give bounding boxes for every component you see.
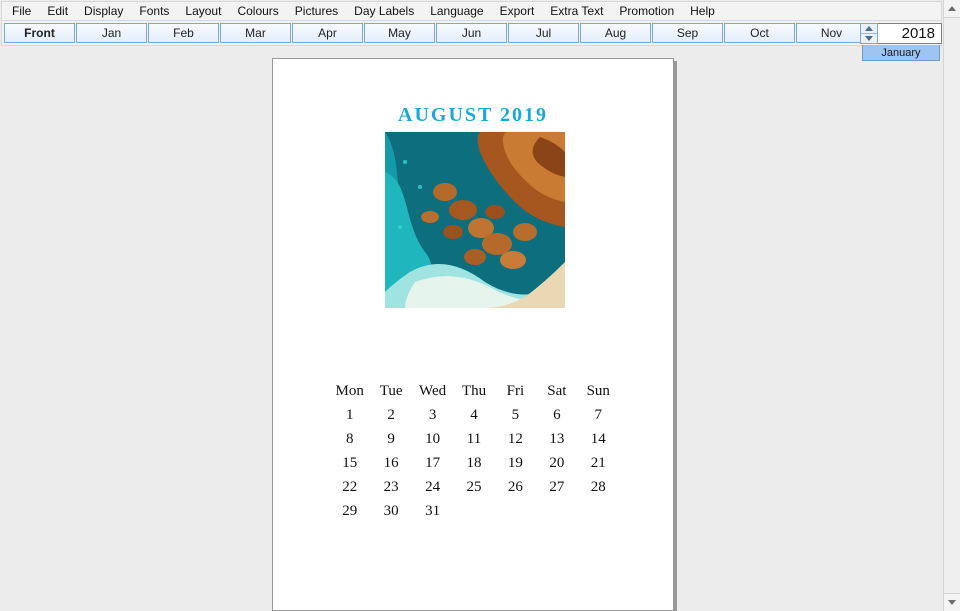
day-headers: Mon Tue Wed Thu Fri Sat Sun: [329, 379, 619, 403]
day-header-sat: Sat: [536, 379, 577, 403]
vertical-scrollbar[interactable]: [943, 0, 960, 611]
calendar-title: AUGUST 2019: [273, 104, 673, 127]
btn-jan[interactable]: Jan: [76, 23, 147, 43]
btn-apr[interactable]: Apr: [292, 23, 363, 43]
chevron-up-icon: [948, 6, 956, 11]
menu-export[interactable]: Export: [492, 2, 543, 20]
cal-day: 26: [495, 475, 536, 499]
cal-day: [453, 499, 494, 523]
btn-oct[interactable]: Oct: [724, 23, 795, 43]
menu-edit[interactable]: Edit: [39, 2, 76, 20]
cal-day: 24: [412, 475, 453, 499]
cal-day: 17: [412, 451, 453, 475]
cal-day: 4: [453, 403, 494, 427]
btn-sep[interactable]: Sep: [652, 23, 723, 43]
table-row: 22 23 24 25 26 27 28: [329, 475, 619, 499]
cal-day: [495, 499, 536, 523]
menu-display[interactable]: Display: [76, 2, 131, 20]
year-value[interactable]: 2018: [878, 23, 942, 44]
day-header-tue: Tue: [370, 379, 411, 403]
year-spin-buttons: [860, 23, 878, 44]
chevron-up-icon: [865, 26, 873, 31]
cal-day: 1: [329, 403, 370, 427]
menu-day-labels[interactable]: Day Labels: [346, 2, 422, 20]
beach-photo-icon: [385, 132, 565, 308]
chevron-down-icon: [948, 600, 956, 605]
cal-day: 23: [370, 475, 411, 499]
table-row: 15 16 17 18 19 20 21: [329, 451, 619, 475]
btn-feb[interactable]: Feb: [148, 23, 219, 43]
cal-day: 10: [412, 427, 453, 451]
cal-day: 29: [329, 499, 370, 523]
menu-layout[interactable]: Layout: [177, 2, 229, 20]
cal-day: 13: [536, 427, 577, 451]
menu-fonts[interactable]: Fonts: [131, 2, 177, 20]
day-header-thu: Thu: [453, 379, 494, 403]
table-row: 1 2 3 4 5 6 7: [329, 403, 619, 427]
cal-day: 25: [453, 475, 494, 499]
menu-language[interactable]: Language: [422, 2, 491, 20]
cal-day: 14: [578, 427, 619, 451]
day-header-fri: Fri: [495, 379, 536, 403]
scroll-track[interactable]: [944, 18, 960, 593]
btn-jul[interactable]: Jul: [508, 23, 579, 43]
btn-mar[interactable]: Mar: [220, 23, 291, 43]
btn-jun[interactable]: Jun: [436, 23, 507, 43]
cal-day: 11: [453, 427, 494, 451]
cal-day: [578, 499, 619, 523]
cal-day: 21: [578, 451, 619, 475]
menu-help[interactable]: Help: [682, 2, 723, 20]
table-row: 8 9 10 11 12 13 14: [329, 427, 619, 451]
cal-day: 31: [412, 499, 453, 523]
btn-aug[interactable]: Aug: [580, 23, 651, 43]
chevron-down-icon: [865, 36, 873, 41]
cal-day: 7: [578, 403, 619, 427]
calendar-grid: Mon Tue Wed Thu Fri Sat Sun 1 2 3 4 5 6 …: [329, 379, 619, 523]
cal-day: 16: [370, 451, 411, 475]
cal-day: 22: [329, 475, 370, 499]
day-header-sun: Sun: [578, 379, 619, 403]
year-spinner: 2018: [860, 23, 942, 44]
cal-day: 15: [329, 451, 370, 475]
cal-day: 8: [329, 427, 370, 451]
menu-pictures[interactable]: Pictures: [287, 2, 346, 20]
cal-day: 27: [536, 475, 577, 499]
btn-front[interactable]: Front: [4, 23, 75, 43]
cal-day: 19: [495, 451, 536, 475]
menu-colours[interactable]: Colours: [229, 2, 286, 20]
cal-day: 12: [495, 427, 536, 451]
month-toolbar: Front Jan Feb Mar Apr May Jun Jul Aug Se…: [1, 21, 942, 46]
cal-day: 20: [536, 451, 577, 475]
calendar-photo[interactable]: [385, 132, 565, 308]
btn-may[interactable]: May: [364, 23, 435, 43]
cal-day: 3: [412, 403, 453, 427]
table-row: 29 30 31: [329, 499, 619, 523]
cal-day: [536, 499, 577, 523]
menu-file[interactable]: File: [4, 2, 39, 20]
year-up-button[interactable]: [861, 24, 877, 34]
cal-day: 6: [536, 403, 577, 427]
scroll-down-button[interactable]: [944, 593, 960, 611]
cal-day: 2: [370, 403, 411, 427]
btn-nov[interactable]: Nov: [796, 23, 867, 43]
day-header-mon: Mon: [329, 379, 370, 403]
menu-extra-text[interactable]: Extra Text: [542, 2, 611, 20]
cal-day: 5: [495, 403, 536, 427]
cal-day: 18: [453, 451, 494, 475]
current-month-label[interactable]: January: [862, 45, 940, 61]
calendar-page[interactable]: AUGUST 2019: [272, 58, 674, 611]
menubar: File Edit Display Fonts Layout Colours P…: [1, 1, 942, 21]
day-header-wed: Wed: [412, 379, 453, 403]
menu-promotion[interactable]: Promotion: [611, 2, 682, 20]
cal-day: 30: [370, 499, 411, 523]
cal-day: 9: [370, 427, 411, 451]
scroll-up-button[interactable]: [944, 0, 960, 18]
year-down-button[interactable]: [861, 34, 877, 43]
cal-day: 28: [578, 475, 619, 499]
